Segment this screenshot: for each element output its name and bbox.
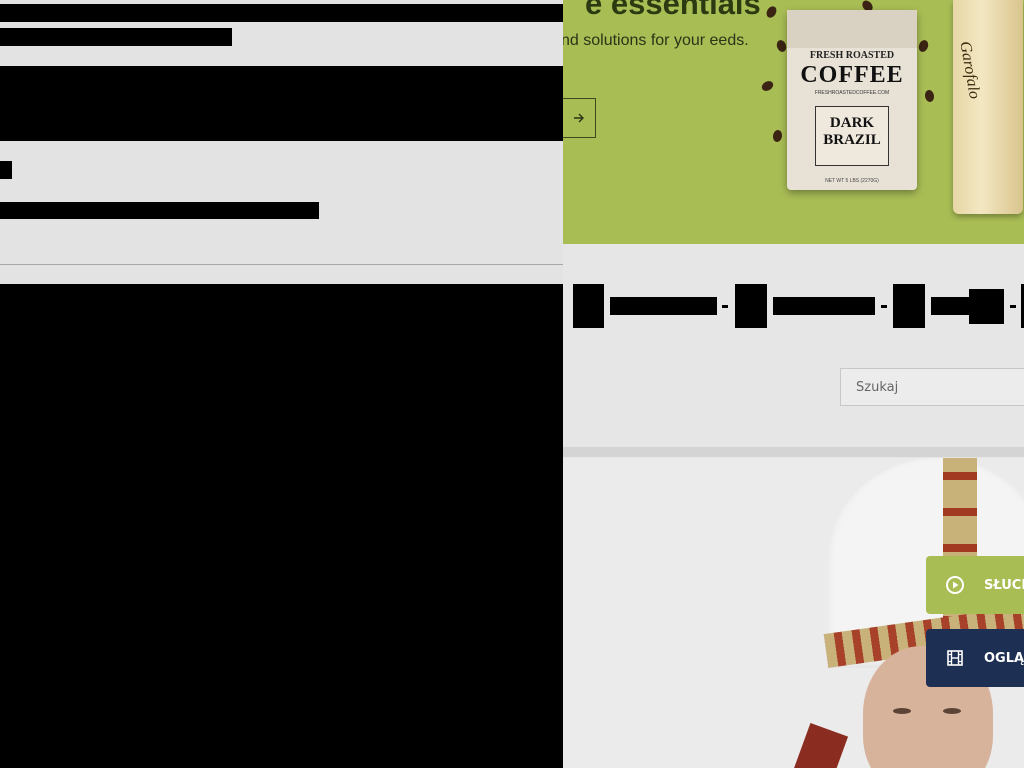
coffee-bean xyxy=(924,89,935,103)
nav-separator xyxy=(1010,305,1016,308)
redacted-content-area xyxy=(0,284,563,768)
watch-label: OGLĄD xyxy=(984,650,1024,666)
coffee-bean xyxy=(775,38,788,54)
film-icon xyxy=(944,647,966,669)
ad-headline: e essentials xyxy=(585,0,761,21)
coffee-bean xyxy=(917,38,930,54)
coffee-variety-label: DARK BRAZIL xyxy=(823,115,881,148)
listen-button[interactable]: SŁUCH xyxy=(926,556,1024,614)
play-circle-icon xyxy=(944,574,966,596)
nav-item-redacted[interactable] xyxy=(773,297,875,315)
coffee-brand-line2: COFFEE xyxy=(800,62,904,88)
overlay-panel xyxy=(0,0,563,768)
nav-item-redacted[interactable] xyxy=(969,289,1004,324)
coffee-bag-image: FRESH ROASTED COFFEE FRESHROASTEDCOFFEE.… xyxy=(787,10,917,190)
arrow-right-icon xyxy=(573,113,584,123)
coffee-bean xyxy=(764,4,779,20)
listen-label: SŁUCH xyxy=(984,577,1024,593)
robe-shape xyxy=(789,722,849,768)
overlay-divider xyxy=(0,264,563,265)
nav-item-redacted[interactable] xyxy=(893,284,925,328)
ad-subtext: nd solutions for your eeds. xyxy=(563,32,749,49)
nav-item-redacted[interactable] xyxy=(735,284,767,328)
redacted-text-line xyxy=(0,4,563,22)
pasta-brand: Garofalo xyxy=(956,40,984,101)
search-input[interactable] xyxy=(840,368,1024,406)
nav-item-redacted[interactable] xyxy=(931,297,969,315)
redacted-text-line xyxy=(0,202,319,219)
coffee-bean xyxy=(772,129,783,143)
nav-separator xyxy=(881,305,887,308)
nav-item-redacted[interactable] xyxy=(610,297,717,315)
ad-cta-button[interactable] xyxy=(563,98,596,138)
ad-banner[interactable]: e essentials nd solutions for your eeds.… xyxy=(563,0,1024,244)
redacted-text-line xyxy=(0,161,12,179)
nav-item-redacted[interactable] xyxy=(573,284,604,328)
redacted-block xyxy=(0,66,563,141)
coffee-bean xyxy=(760,79,775,93)
coffee-brand-line1: FRESH ROASTED xyxy=(809,50,895,61)
redacted-text-line xyxy=(0,28,232,46)
eye-shape xyxy=(943,708,961,714)
coffee-net-weight: NET WT 5 LBS (2270G) xyxy=(825,178,879,184)
coffee-brand-line3: FRESHROASTEDCOFFEE.COM xyxy=(814,90,890,96)
eye-shape xyxy=(893,708,911,714)
watch-button[interactable]: OGLĄD xyxy=(926,629,1024,687)
nav-separator xyxy=(722,305,728,308)
pasta-package-image: Garofalo xyxy=(953,0,1023,214)
section-divider xyxy=(563,447,1024,457)
